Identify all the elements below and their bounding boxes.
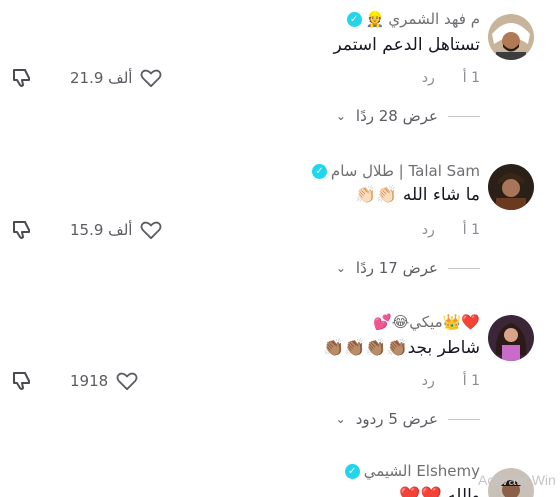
comment-header: ❤️👑ميكي😂💕	[373, 313, 480, 331]
verified-badge-icon: ✓	[346, 11, 362, 27]
avatar[interactable]	[488, 315, 534, 361]
comment-actions: 15.9 ألف	[10, 218, 162, 242]
view-replies-button[interactable]: عرض 28 ردًا ⌄	[336, 107, 480, 125]
username[interactable]: م فهد الشمري	[388, 10, 480, 28]
view-replies-label: عرض 17 ردًا	[355, 259, 438, 277]
comment-meta: 1 أ رد	[422, 373, 480, 389]
reply-button[interactable]: رد	[422, 373, 435, 389]
username[interactable]: Elshemy الشيمي	[364, 462, 480, 480]
like-count: 15.9 ألف	[70, 221, 133, 239]
comment-text: والله ❤️❤️	[399, 486, 480, 497]
chevron-down-icon: ⌄	[335, 109, 346, 123]
divider-line	[448, 115, 480, 117]
dislike-icon[interactable]	[10, 218, 34, 242]
view-replies-label: عرض 28 ردًا	[355, 107, 438, 125]
comment-time: 1 أ	[462, 373, 480, 389]
username[interactable]: ❤️👑ميكي😂💕	[373, 313, 480, 331]
comment-header: Talal Sam | طلال سام ✓	[311, 162, 480, 180]
dislike-icon[interactable]	[10, 66, 34, 90]
view-replies-button[interactable]: عرض 17 ردًا ⌄	[336, 259, 480, 277]
chevron-down-icon: ⌄	[335, 412, 346, 426]
avatar[interactable]	[488, 14, 534, 60]
comment-item: Elshemy الشيمي ✓ والله ❤️❤️	[0, 458, 560, 497]
comment-item: م فهد الشمري 👷 ✓ تستاهل الدعم استمر 1 أ …	[0, 0, 560, 150]
dislike-icon[interactable]	[10, 369, 34, 393]
comment-time: 1 أ	[462, 222, 480, 238]
view-replies-label: عرض 5 ردود	[355, 410, 438, 428]
heart-icon[interactable]	[140, 220, 162, 240]
comment-actions: 1918	[10, 369, 138, 393]
comment-meta: 1 أ رد	[422, 70, 480, 86]
worker-emoji-icon: 👷	[365, 10, 385, 28]
comment-time: 1 أ	[462, 70, 480, 86]
like-count: 1918	[70, 372, 109, 390]
divider-line	[448, 267, 480, 269]
chevron-down-icon: ⌄	[335, 261, 346, 275]
heart-icon[interactable]	[116, 371, 138, 391]
username[interactable]: Talal Sam | طلال سام	[331, 162, 480, 180]
comment-item: Talal Sam | طلال سام ✓ ما شاء الله 👏🏻👏🏻 …	[0, 152, 560, 302]
like-count: 21.9 ألف	[70, 69, 133, 87]
reply-button[interactable]: رد	[422, 222, 435, 238]
avatar[interactable]	[488, 164, 534, 210]
comment-meta: 1 أ رد	[422, 222, 480, 238]
divider-line	[448, 418, 480, 420]
comment-text: ما شاء الله 👏🏻👏🏻	[355, 185, 480, 205]
verified-badge-icon: ✓	[311, 163, 327, 179]
comment-header: م فهد الشمري 👷 ✓	[346, 10, 480, 28]
activate-windows-watermark: Activate Win	[478, 472, 556, 488]
comment-text: شاطر بجد👏🏽👏🏽👏🏽👏🏽	[322, 338, 480, 358]
comment-header: Elshemy الشيمي ✓	[344, 462, 480, 480]
heart-icon[interactable]	[140, 68, 162, 88]
reply-button[interactable]: رد	[422, 70, 435, 86]
verified-badge-icon: ✓	[344, 463, 360, 479]
view-replies-button[interactable]: عرض 5 ردود ⌄	[336, 410, 480, 428]
comment-item: ❤️👑ميكي😂💕 شاطر بجد👏🏽👏🏽👏🏽👏🏽 1 أ رد 1918 ع…	[0, 305, 560, 455]
comment-actions: 21.9 ألف	[10, 66, 162, 90]
comment-text: تستاهل الدعم استمر	[333, 35, 480, 55]
